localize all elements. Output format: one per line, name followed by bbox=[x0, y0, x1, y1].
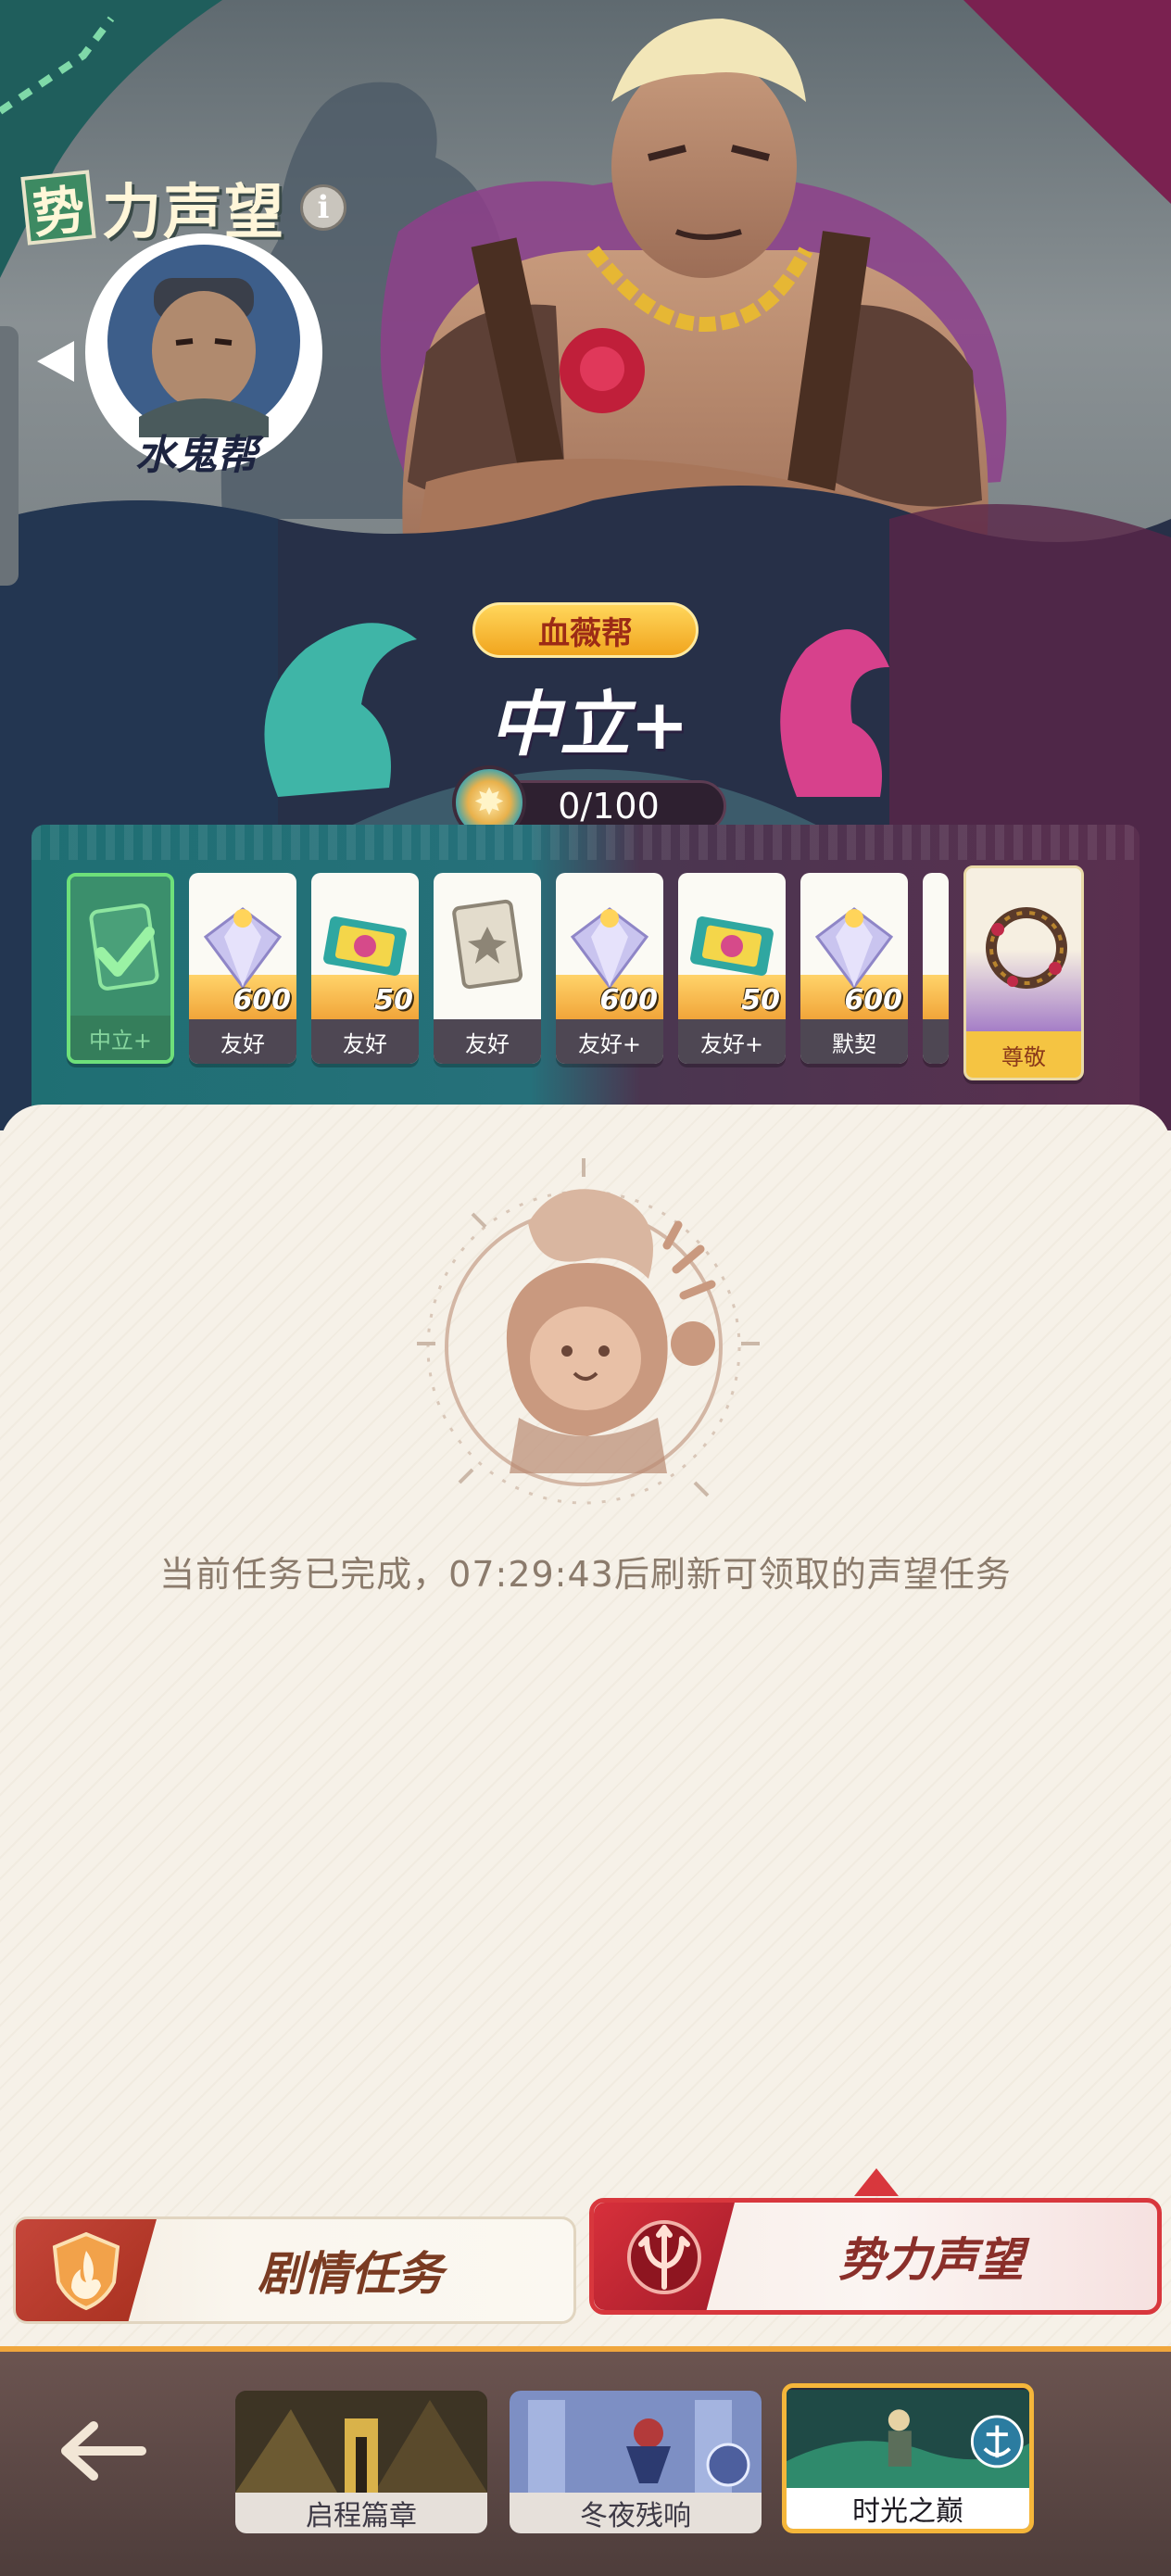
wreath-icon bbox=[966, 868, 1081, 1031]
reward-amount: 50 bbox=[741, 984, 780, 1017]
tab-label: 剧情任务 bbox=[258, 2246, 443, 2301]
chapter-thumbnail bbox=[235, 2391, 487, 2493]
reward-amount: 600 bbox=[599, 984, 658, 1017]
chapter-tab-1[interactable]: 启程篇章 bbox=[235, 2391, 487, 2533]
reward-level-label: 友好 bbox=[189, 1019, 296, 1064]
back-button[interactable] bbox=[52, 2409, 154, 2493]
empty-state-illustration bbox=[417, 1158, 760, 1505]
chapter-label: 启程篇章 bbox=[235, 2493, 487, 2533]
reward-level-label: 友好 bbox=[311, 1019, 419, 1064]
card-icon bbox=[70, 877, 170, 1023]
tab-faction-reputation[interactable]: 势力声望 bbox=[589, 2198, 1162, 2315]
reward-level-label: 默契 bbox=[800, 1019, 908, 1064]
reward-amount: 600 bbox=[233, 984, 291, 1017]
chapter-tab-2[interactable]: 冬夜残响 bbox=[510, 2391, 762, 2533]
back-arrow-icon bbox=[61, 2421, 146, 2481]
reputation-progress-text: 0/100 bbox=[558, 786, 660, 827]
npc-name: 水鬼帮 bbox=[135, 432, 258, 479]
chapter-label: 冬夜残响 bbox=[510, 2493, 762, 2533]
reward-card[interactable]: 600 友好+ bbox=[556, 873, 663, 1064]
reward-level-label: 友好+ bbox=[678, 1019, 786, 1064]
reward-amount: 600 bbox=[844, 984, 902, 1017]
card-icon bbox=[434, 873, 541, 1019]
reputation-level: 中立+ bbox=[489, 683, 689, 765]
reward-track[interactable]: 中立+ 600 友好 50 友好 友好 600 友好+ 50 友好+ 600 默… bbox=[67, 865, 1086, 1080]
active-tab-pointer bbox=[854, 2168, 899, 2196]
tab-story-quests[interactable]: 剧情任务 bbox=[13, 2216, 576, 2324]
reward-card[interactable]: 50 友好+ bbox=[678, 873, 786, 1064]
reward-level-label: 中立+ bbox=[70, 1016, 170, 1060]
reward-card[interactable]: 50 友好 bbox=[311, 873, 419, 1064]
reward-level-label: 尊敬 bbox=[966, 1031, 1081, 1078]
reward-amount: 50 bbox=[374, 984, 413, 1017]
side-drawer-handle[interactable] bbox=[0, 326, 19, 586]
reward-card-partial[interactable] bbox=[923, 873, 949, 1064]
info-button[interactable]: i bbox=[300, 184, 346, 231]
chapter-label: 时光之巅 bbox=[787, 2488, 1029, 2529]
reward-card-final[interactable]: 尊敬 bbox=[963, 865, 1084, 1080]
reward-card[interactable]: 600 友好 bbox=[189, 873, 296, 1064]
reward-card[interactable]: 600 默契 bbox=[800, 873, 908, 1064]
chapter-thumbnail bbox=[787, 2390, 1029, 2488]
task-status-message: 当前任务已完成，07:29:43后刷新可领取的声望任务 bbox=[159, 1554, 1012, 1595]
reward-card[interactable]: 友好 bbox=[434, 873, 541, 1064]
tab-label: 势力声望 bbox=[838, 2232, 1024, 2287]
reward-card[interactable]: 中立+ bbox=[67, 873, 174, 1064]
faction-name-badge: 血薇帮 bbox=[472, 602, 699, 658]
chapter-tab-3[interactable]: 时光之巅 bbox=[782, 2383, 1034, 2533]
chapter-thumbnail bbox=[510, 2391, 762, 2493]
reward-level-label: 友好+ bbox=[556, 1019, 663, 1064]
reward-level-label: 友好 bbox=[434, 1019, 541, 1064]
